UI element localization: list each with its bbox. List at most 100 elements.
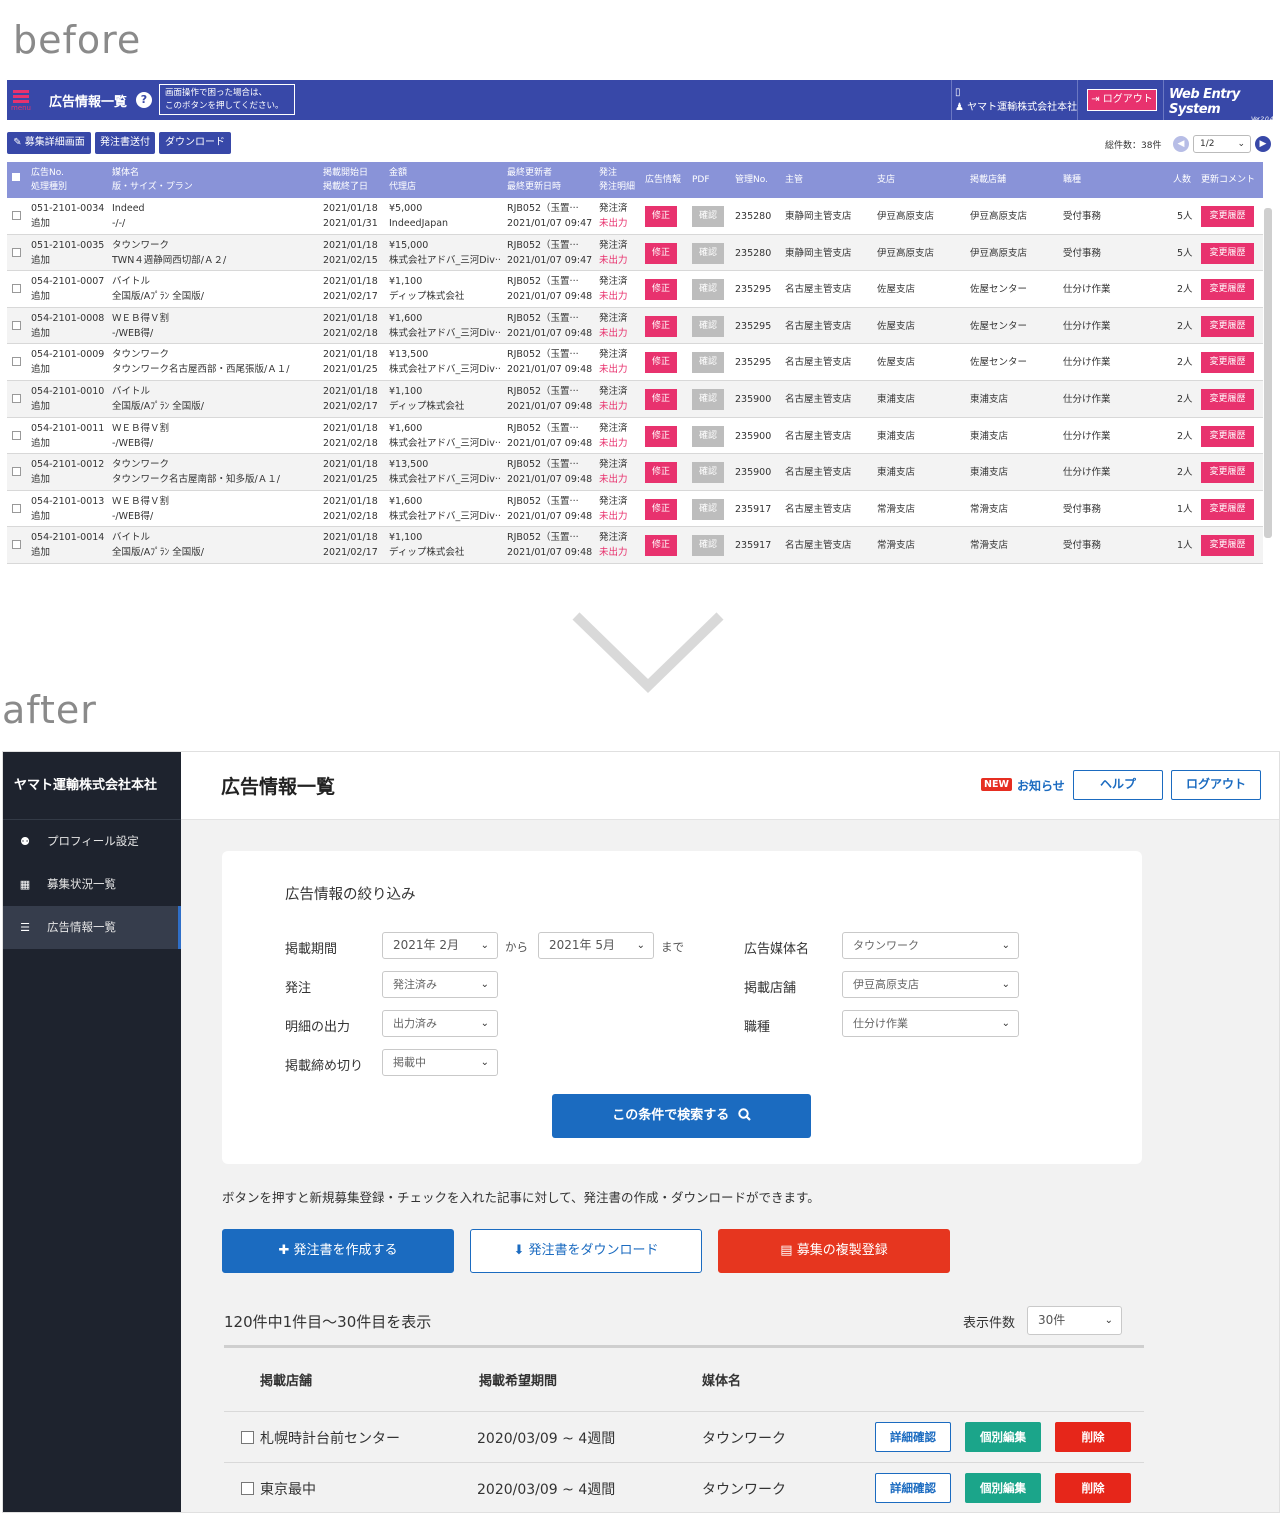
detail-button[interactable]: 詳細確認 (875, 1422, 951, 1452)
period-to-select[interactable]: 2021年 5月 ⌄ (538, 932, 654, 959)
confirm-button[interactable]: 確認 (692, 498, 724, 520)
fix-button[interactable]: 修正 (645, 206, 677, 227)
history-button[interactable]: 変更履歴 (1201, 498, 1254, 520)
menu-button[interactable]: menu (7, 80, 35, 120)
store-select[interactable]: 伊豆高原支店 ⌄ (842, 971, 1019, 998)
page-select[interactable]: 1/2 ⌄ (1193, 135, 1251, 153)
row-checkbox[interactable] (12, 211, 21, 220)
row-checkbox[interactable] (241, 1431, 254, 1444)
before-cell-order: 発注済 未出力 (599, 532, 628, 559)
send-order-button[interactable]: 発注書送付 (95, 132, 155, 154)
before-cell-main: 名古屋主管支店 (785, 503, 852, 515)
history-button[interactable]: 変更履歴 (1201, 315, 1254, 337)
fix-button[interactable]: 修正 (645, 425, 677, 447)
logout-button[interactable]: ログアウト (1171, 770, 1261, 800)
before-cell-people: 2人 (1177, 284, 1193, 296)
history-button[interactable]: 変更履歴 (1201, 206, 1254, 227)
before-cell-people: 2人 (1177, 430, 1193, 442)
row-checkbox[interactable] (12, 394, 21, 403)
before-cell-store: 東浦支店 (970, 394, 1009, 405)
row-checkbox[interactable] (12, 320, 21, 330)
delete-button[interactable]: 削除 (1055, 1422, 1131, 1452)
row-checkbox[interactable] (12, 540, 21, 550)
confirm-button[interactable]: 確認 (692, 462, 724, 484)
sidebar-item-profile[interactable]: ⚉ プロフィール設定 (3, 820, 181, 863)
confirm-button[interactable]: 確認 (692, 242, 724, 264)
before-cell-main: 名古屋主管支店 (785, 430, 852, 442)
detail-output-label: 明細の出力 (285, 1020, 351, 1035)
row-checkbox[interactable] (12, 357, 21, 367)
delete-button[interactable]: 削除 (1055, 1473, 1131, 1503)
history-button[interactable]: 変更履歴 (1201, 462, 1254, 484)
per-page-select[interactable]: 30件 ⌄ (1027, 1306, 1122, 1335)
detail-output-select[interactable]: 出力済み ⌄ (382, 1010, 498, 1037)
job-select[interactable]: 仕分け作業 ⌄ (842, 1010, 1019, 1037)
row-checkbox[interactable] (12, 247, 21, 257)
edit-icon: ✎ (13, 137, 25, 148)
history-button[interactable]: 変更履歴 (1201, 352, 1254, 374)
confirm-button[interactable]: 確認 (692, 352, 724, 374)
deadline-select[interactable]: 掲載中 ⌄ (382, 1049, 498, 1076)
history-button[interactable]: 変更履歴 (1201, 279, 1254, 301)
before-logout-button[interactable]: ⇥ ログアウト (1087, 89, 1157, 111)
before-table-row: 051-2101-0035 追加 タウンワーク TWN４週静岡西切部/Ａ２/2021/… (7, 234, 1263, 272)
history-button[interactable]: 変更履歴 (1201, 389, 1254, 410)
before-cell-order: 発注済 未出力 (599, 203, 628, 229)
sidebar-item-ad-list[interactable]: ☰ 広告情報一覧 (3, 906, 181, 949)
before-download-button[interactable]: ダウンロード (159, 132, 231, 154)
col-media: 媒体名 (702, 1374, 742, 1389)
fix-button[interactable]: 修正 (645, 389, 677, 410)
sidebar-item-recruitment[interactable]: ▦ 募集状況一覧 (3, 863, 181, 906)
confirm-button[interactable]: 確認 (692, 389, 724, 410)
row-checkbox[interactable] (12, 430, 21, 440)
period-label: 掲載期間 (285, 942, 338, 957)
detail-button[interactable]: 詳細確認 (875, 1473, 951, 1503)
confirm-button[interactable]: 確認 (692, 315, 724, 337)
edit-button[interactable]: 個別編集 (965, 1422, 1041, 1452)
confirm-button[interactable]: 確認 (692, 535, 724, 557)
download-order-button[interactable]: ⬇ 発注書をダウンロード (470, 1229, 702, 1273)
history-button[interactable]: 変更履歴 (1201, 535, 1254, 557)
order-select[interactable]: 発注済み ⌄ (382, 971, 498, 998)
help-button[interactable]: ヘルプ (1073, 770, 1163, 800)
document-icon: ▤ (780, 1243, 797, 1258)
fix-button[interactable]: 修正 (645, 352, 677, 374)
before-cell-start: 2021/01/18 2021/02/18 (323, 495, 378, 522)
fix-button[interactable]: 修正 (645, 462, 677, 484)
fix-button[interactable]: 修正 (645, 242, 677, 264)
confirm-button[interactable]: 確認 (692, 279, 724, 301)
scrollbar[interactable] (1264, 208, 1272, 538)
row-checkbox[interactable] (241, 1482, 254, 1495)
detail-screen-button[interactable]: ✎ 募集詳細画面 (7, 132, 91, 154)
before-cell-branch: 常滑支店 (877, 503, 916, 515)
row-checkbox[interactable] (12, 284, 21, 294)
duplicate-register-button[interactable]: ▤ 募集の複製登録 (718, 1229, 950, 1273)
row-checkbox[interactable] (12, 503, 21, 513)
before-cell-no: 054-2101-0012 追加 (31, 459, 105, 486)
before-cell-order: 発注済 未出力 (599, 312, 628, 339)
edit-button[interactable]: 個別編集 (965, 1473, 1041, 1503)
create-order-button[interactable]: ✚ 発注書を作成する (222, 1229, 454, 1273)
notice-link[interactable]: お知らせ (1017, 777, 1065, 794)
prev-page-icon[interactable]: ◀ (1173, 136, 1189, 152)
history-button[interactable]: 変更履歴 (1201, 242, 1254, 264)
media-select[interactable]: タウンワーク ⌄ (842, 932, 1019, 959)
help-box[interactable]: 画面操作で困った場合は、 このボタンを押してください。 (159, 84, 295, 115)
history-button[interactable]: 変更履歴 (1201, 425, 1254, 447)
fix-button[interactable]: 修正 (645, 498, 677, 520)
fix-button[interactable]: 修正 (645, 535, 677, 557)
next-page-icon[interactable]: ▶ (1255, 136, 1271, 152)
fix-button[interactable]: 修正 (645, 279, 677, 301)
confirm-button[interactable]: 確認 (692, 206, 724, 227)
help-icon[interactable]: ? (136, 92, 152, 108)
before-cell-updater: RJB052（玉置··· 2021/01/07 09:48 (507, 459, 593, 486)
job-label: 職種 (744, 1020, 771, 1035)
search-button[interactable]: この条件で検索する (552, 1094, 811, 1138)
before-cell-people: 5人 (1177, 247, 1193, 259)
total-count: 総件数：38件 (1105, 141, 1162, 151)
confirm-button[interactable]: 確認 (692, 425, 724, 447)
before-cell-start: 2021/01/18 2021/01/25 (323, 349, 378, 376)
period-from-select[interactable]: 2021年 2月 ⌄ (382, 932, 498, 959)
fix-button[interactable]: 修正 (645, 315, 677, 337)
row-checkbox[interactable] (12, 467, 21, 477)
